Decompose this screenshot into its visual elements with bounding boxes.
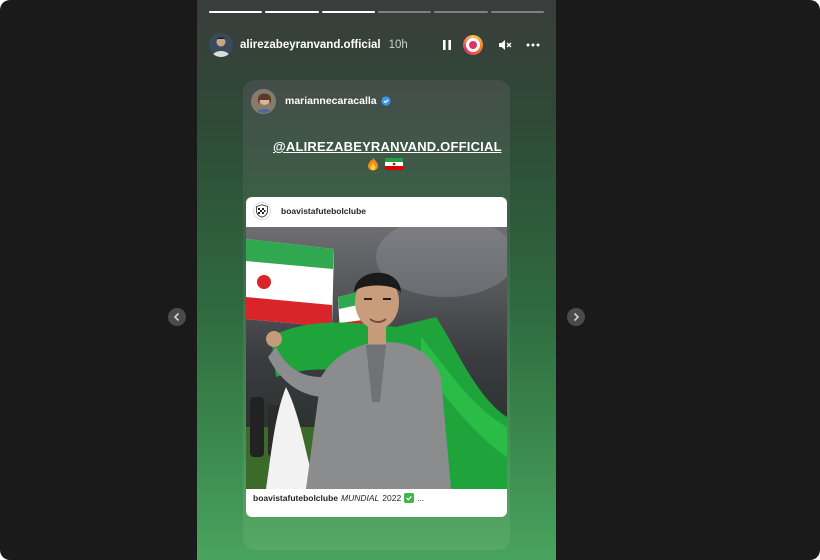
progress-segment [490,11,544,13]
speaker-muted-icon [499,40,512,50]
progress-segment [321,11,375,13]
post-header: boavistafutebolclube [246,197,507,225]
music-icon [463,35,483,55]
check-mark-icon [404,493,415,503]
mute-button[interactable] [494,34,516,56]
story-username[interactable]: alirezabeyranvand.official [240,39,381,51]
previous-story-button[interactable] [168,308,186,326]
more-icon [526,43,540,47]
fire-icon [368,157,378,171]
caption-italic-text: MUNDIAL [341,493,380,503]
story-frame[interactable]: alirezabeyranvand.official 10h mariannec… [197,0,556,560]
emoji-line [367,157,403,171]
iran-flag-icon [385,158,403,170]
clapping-hands-icon [509,138,510,153]
progress-segment [265,11,319,13]
more-options-button[interactable] [522,34,544,56]
reshared-story-card: mariannecaracalla @ALIREZABEYRANVAND.OFF… [243,80,510,550]
post-caption: boavistafutebolclube MUNDIAL 2022 ... [253,493,424,503]
chevron-left-icon [173,312,180,322]
progress-segment [434,11,488,13]
card-username[interactable]: mariannecaracalla [285,95,377,107]
caption-year: 2022 [382,493,402,503]
progress-segment [377,11,432,13]
progress-segment [209,11,263,13]
story-header: alirezabeyranvand.official 10h [209,32,544,58]
post-photo[interactable] [246,227,507,489]
mention-link[interactable]: @ALIREZABEYRANVAND.OFFICIAL [273,139,501,154]
music-sticker-button[interactable] [462,34,484,56]
verified-badge-icon [381,96,391,106]
pause-icon [443,40,451,50]
avatar[interactable] [251,88,276,114]
avatar[interactable] [209,33,233,57]
club-logo-icon[interactable] [253,202,271,220]
caption-more[interactable]: ... [417,493,424,503]
story-progress [209,11,544,13]
story-timestamp: 10h [388,39,408,51]
pause-button[interactable] [436,34,458,56]
embedded-post[interactable]: boavistafutebolclube boavistafutebolclub… [246,197,507,517]
card-header: mariannecaracalla [251,88,391,114]
story-viewer: alirezabeyranvand.official 10h mariannec… [0,0,820,560]
caption-username[interactable]: boavistafutebolclube [253,493,338,503]
chevron-right-icon [573,312,580,322]
next-story-button[interactable] [567,308,585,326]
mention-text[interactable]: @ALIREZABEYRANVAND.OFFICIAL [273,138,510,154]
post-username[interactable]: boavistafutebolclube [281,206,366,216]
